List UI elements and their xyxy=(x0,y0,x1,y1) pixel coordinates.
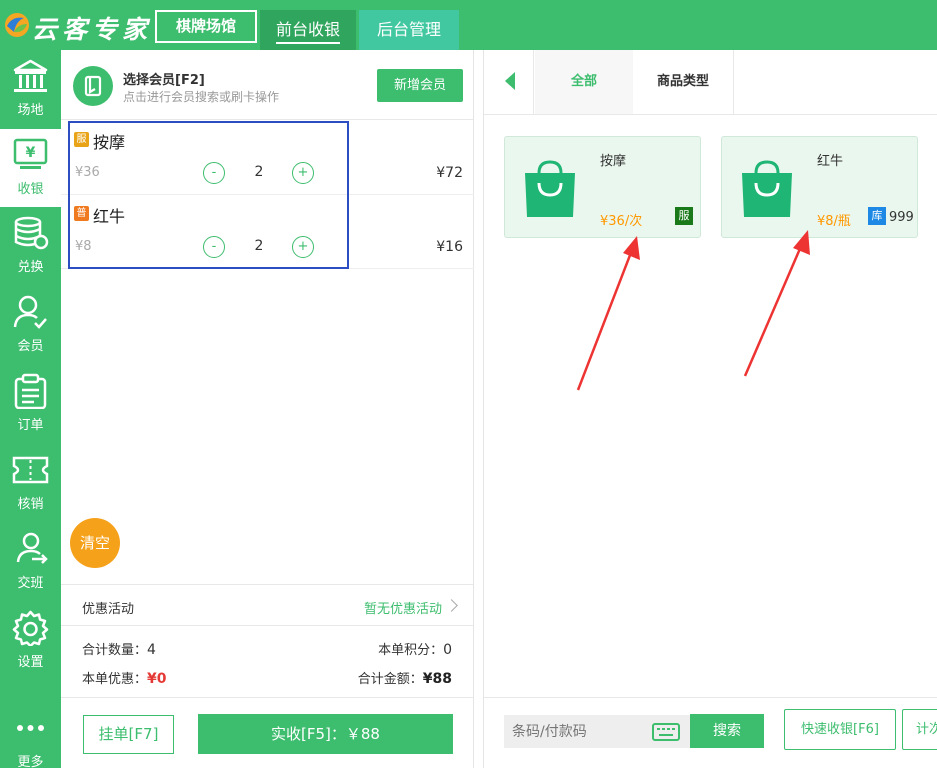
sidebar-label-orders: 订单 xyxy=(17,418,44,433)
tab-backend-admin[interactable]: 后台管理 xyxy=(359,10,459,50)
total-amount-value: ¥88 xyxy=(422,671,452,687)
quick-checkout-button[interactable]: 快速收银[F6] xyxy=(784,709,896,750)
count-button[interactable]: 计次 xyxy=(902,709,937,750)
sidebar-label-cashier: 收银 xyxy=(17,182,44,197)
order-item-subtotal: ¥16 xyxy=(436,239,463,255)
building-icon xyxy=(13,59,48,92)
total-quantity-value: 4 xyxy=(147,642,156,658)
order-panel: 选择会员[F2] 点击进行会员搜索或刷卡操作 新增会员 服 按摩 ¥36 - 2… xyxy=(61,50,474,768)
ticket-icon xyxy=(12,456,49,484)
member-select-bar[interactable]: 选择会员[F2] 点击进行会员搜索或刷卡操作 新增会员 xyxy=(61,50,474,120)
select-member-title: 选择会员[F2] xyxy=(123,73,205,88)
venue-type-button[interactable]: 棋牌场馆 xyxy=(155,10,257,43)
tab-front-cashier[interactable]: 前台收银 xyxy=(260,10,356,50)
hold-order-button[interactable]: 挂单[F7] xyxy=(83,715,174,754)
order-points-value: 0 xyxy=(443,642,452,658)
order-item-subtotal: ¥72 xyxy=(436,165,463,181)
promotion-row[interactable]: 优惠活动 暂无优惠活动 xyxy=(61,584,474,626)
app-title: 云客专家 xyxy=(32,15,153,44)
total-quantity-label: 合计数量： xyxy=(82,643,148,658)
shift-icon xyxy=(16,532,48,564)
sidebar-item-venue[interactable]: 场地 xyxy=(0,50,61,128)
sidebar-item-shift[interactable]: 交班 xyxy=(0,523,61,601)
sidebar-item-member[interactable]: 会员 xyxy=(0,286,61,364)
sidebar-label-settings: 设置 xyxy=(17,655,44,670)
sidebar-item-verify[interactable]: 核销 xyxy=(0,444,61,522)
total-amount-label: 合计金额： xyxy=(357,672,423,687)
sidebar-item-settings[interactable]: 设置 xyxy=(0,602,61,680)
annotation-arrows xyxy=(576,230,810,391)
keyboard-icon[interactable] xyxy=(652,723,680,741)
more-icon xyxy=(17,725,44,731)
total-quantity: 合计数量：4 xyxy=(82,639,156,658)
tab-front-cashier-label: 前台收银 xyxy=(275,20,340,44)
promotion-value: 暂无优惠活动 xyxy=(363,602,442,617)
coins-icon xyxy=(14,216,49,250)
chevron-right-icon xyxy=(445,599,458,612)
order-discount-label: 本单优惠： xyxy=(82,672,148,687)
sidebar-item-more[interactable]: 更多 xyxy=(0,688,61,768)
member-card-icon xyxy=(73,66,113,106)
member-icon xyxy=(13,295,47,329)
sidebar-label-shift: 交班 xyxy=(17,576,44,591)
top-bar: 云客专家 棋牌场馆 前台收银 后台管理 xyxy=(0,0,937,50)
sidebar-label-venue: 场地 xyxy=(17,103,44,118)
sidebar-item-cashier[interactable]: ¥ 收银 xyxy=(0,129,61,207)
annotation-highlight-box xyxy=(68,121,349,269)
sidebar-item-orders[interactable]: 订单 xyxy=(0,365,61,443)
annotation-arrow xyxy=(743,230,810,377)
sidebar-label-member: 会员 xyxy=(17,339,44,354)
order-discount: 本单优惠：¥0 xyxy=(82,668,167,687)
sidebar-label-verify: 核销 xyxy=(17,497,44,512)
app-logo-icon xyxy=(5,13,29,37)
clear-cart-button[interactable]: 清空 xyxy=(70,518,120,568)
svg-text:¥: ¥ xyxy=(26,145,36,161)
product-panel: 全部 商品类型 按摩 ¥36/次 服 红牛 ¥8/瓶 库 999 条码/付款码 … xyxy=(483,50,937,768)
annotation-arrow xyxy=(576,236,640,391)
select-member-hint: 点击进行会员搜索或刷卡操作 xyxy=(123,90,280,104)
total-amount: 合计金额：¥88 xyxy=(358,668,452,687)
pay-button[interactable]: 实收[F5]：￥88 xyxy=(198,714,453,754)
sidebar-label-exchange: 兑换 xyxy=(17,260,44,275)
gear-icon xyxy=(12,610,49,646)
checkout-bar: 挂单[F7] 实收[F5]：￥88 xyxy=(61,697,474,768)
order-points-label: 本单积分： xyxy=(378,643,444,658)
sidebar: 场地 ¥ 收银 兑换 会员 订单 核销 交班 设置 更多 xyxy=(0,50,61,768)
clipboard-icon xyxy=(14,373,47,409)
search-button[interactable]: 搜索 xyxy=(690,714,764,748)
cashier-icon: ¥ xyxy=(13,138,48,169)
search-bar: 搜索 快速收银[F6] 计次 xyxy=(484,697,937,768)
add-member-button[interactable]: 新增会员 xyxy=(377,69,463,102)
order-points: 本单积分：0 xyxy=(378,639,452,658)
sidebar-label-more: 更多 xyxy=(17,755,44,768)
promotion-label: 优惠活动 xyxy=(82,602,135,617)
sidebar-item-exchange[interactable]: 兑换 xyxy=(0,207,61,285)
order-discount-value: ¥0 xyxy=(147,671,167,687)
